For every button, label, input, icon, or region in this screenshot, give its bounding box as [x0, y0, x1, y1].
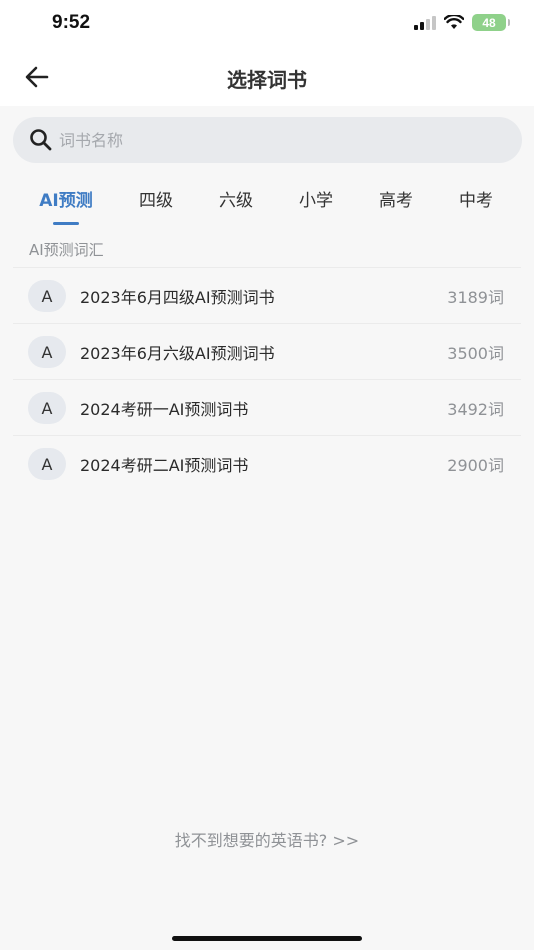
tab-primary-school[interactable]: 小学 — [299, 186, 333, 211]
list-item[interactable]: A 2023年6月四级AI预测词书 3189词 — [13, 267, 521, 323]
home-indicator — [172, 936, 362, 941]
search-input[interactable] — [59, 130, 479, 150]
active-tab-indicator — [53, 222, 79, 225]
book-name: 2023年6月六级AI预测词书 — [80, 343, 275, 363]
cellular-signal-icon — [414, 15, 436, 30]
battery-icon: 48 — [472, 14, 510, 31]
battery-level: 48 — [482, 15, 496, 30]
section-label: AI预测词汇 — [29, 241, 104, 259]
word-count: 3189词 — [447, 287, 504, 307]
tab-ai-predict[interactable]: AI预测 — [39, 186, 92, 211]
page-title: 选择词书 — [227, 68, 307, 92]
wifi-icon — [444, 15, 464, 29]
tab-zhongkao[interactable]: 中考 — [459, 186, 493, 211]
book-avatar: A — [28, 336, 66, 368]
search-bar[interactable] — [13, 117, 522, 163]
tab-cet4[interactable]: 四级 — [139, 186, 173, 211]
book-name: 2024考研二AI预测词书 — [80, 455, 249, 475]
book-name: 2023年6月四级AI预测词书 — [80, 287, 275, 307]
book-name: 2024考研一AI预测词书 — [80, 399, 249, 419]
status-icons: 48 — [414, 14, 510, 31]
tab-gaokao[interactable]: 高考 — [379, 186, 413, 211]
book-avatar: A — [28, 448, 66, 480]
word-count: 3500词 — [447, 343, 504, 363]
word-count: 3492词 — [447, 399, 504, 419]
missing-book-link[interactable]: 找不到想要的英语书? >> — [0, 827, 534, 851]
list-item[interactable]: A 2024考研一AI预测词书 3492词 — [13, 379, 521, 435]
book-list: A 2023年6月四级AI预测词书 3189词 A 2023年6月六级AI预测词… — [13, 267, 521, 491]
search-icon — [30, 129, 52, 151]
list-item[interactable]: A 2024考研二AI预测词书 2900词 — [13, 435, 521, 491]
list-item[interactable]: A 2023年6月六级AI预测词书 3500词 — [13, 323, 521, 379]
top-bar: 9:52 48 选择词书 — [0, 0, 534, 106]
tab-cet6[interactable]: 六级 — [219, 186, 253, 211]
book-avatar: A — [28, 280, 66, 312]
book-avatar: A — [28, 392, 66, 424]
status-time: 9:52 — [52, 12, 91, 33]
category-tabs: AI预测 四级 六级 小学 高考 中考 — [0, 186, 534, 230]
word-count: 2900词 — [447, 455, 504, 475]
